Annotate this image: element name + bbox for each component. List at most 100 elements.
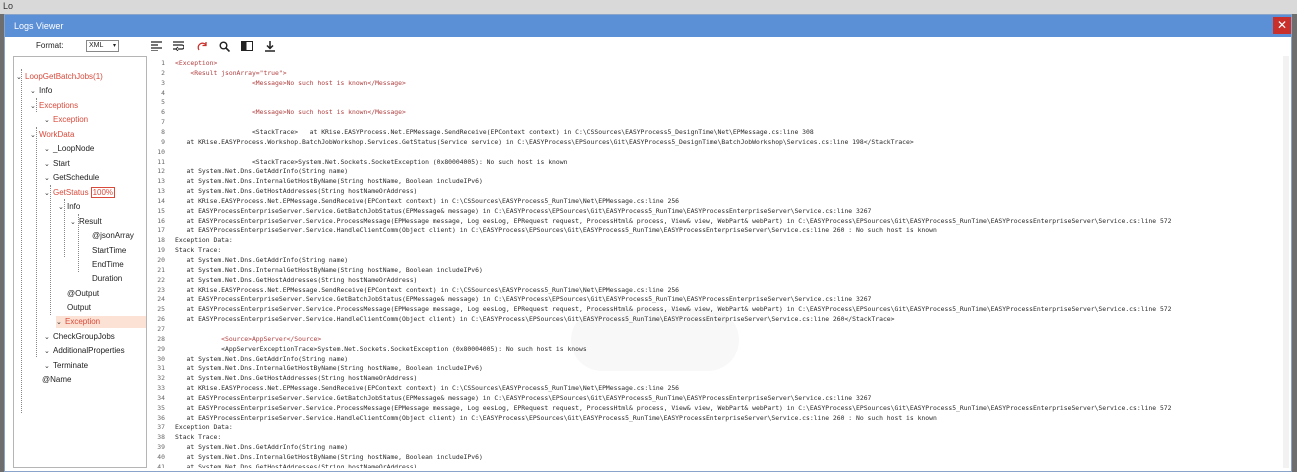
code-text: at System.Net.Dns.GetHostAddresses(Strin… (175, 275, 418, 284)
tree-node-label: @Output (67, 289, 100, 298)
line-number: 25 (157, 305, 165, 314)
tree-node-name-attribute[interactable]: @Name (42, 374, 71, 386)
line-number: 8 (161, 127, 165, 136)
tree-node-label: Start (53, 159, 70, 168)
line-number: 26 (157, 315, 165, 324)
tree-node-loopnode[interactable]: ⌄ _LoopNode (44, 143, 94, 155)
tree-node-label: Terminate (53, 361, 89, 370)
tree-node-label: Duration (92, 274, 123, 283)
code-text: at EASYProcessEnterpriseServer.Service.H… (175, 226, 937, 235)
code-line: 13 at System.Net.Dns.GetHostAddresses(St… (147, 186, 417, 196)
status-badge: 100% (90, 187, 116, 198)
tree-node-duration[interactable]: Duration (92, 273, 122, 285)
tree-node-label: Exceptions (39, 101, 79, 110)
line-number: 19 (157, 246, 165, 255)
tree-node-info[interactable]: ⌄ Info (58, 201, 80, 213)
tree-node-output-attribute[interactable]: @Output (67, 288, 99, 300)
chevron-down-icon: ▾ (112, 43, 116, 49)
chevron-down-icon: ⌄ (30, 103, 36, 110)
code-text: <StackTrace> at KRise.EASYProcess.Net.EP… (175, 127, 814, 136)
split-view-button[interactable] (240, 39, 254, 53)
line-number: 1 (161, 59, 165, 67)
code-text: Exception Data: (175, 236, 233, 245)
search-button[interactable] (217, 39, 231, 53)
line-number: 34 (157, 393, 165, 402)
code-line: 29 <AppServerExceptionTrace>System.Net.S… (147, 344, 586, 354)
tree-node-jsonarray[interactable]: @jsonArray (92, 230, 134, 242)
redo-button[interactable] (195, 39, 209, 53)
line-number: 12 (157, 167, 165, 176)
tree-node-getstatus[interactable]: ⌄ GetStatus 100% (44, 187, 116, 199)
tree-node-result[interactable]: ⌄ Result (70, 216, 102, 228)
code-text: at System.Net.Dns.GetAddrInfo(String nam… (175, 354, 349, 363)
line-number: 6 (161, 108, 165, 117)
code-line: 16 at EASYProcessEnterpriseServer.Servic… (147, 216, 1171, 226)
line-number: 35 (157, 403, 165, 412)
log-code-view[interactable]: 1 <Exception> 2 <Result jsonArray="true"> 3… (147, 56, 1283, 468)
wrap-text-button[interactable] (171, 39, 185, 53)
background-app-strip: Lo (0, 0, 1297, 14)
code-text: at System.Net.Dns.InternalGetHostByName(… (175, 453, 483, 461)
code-text: at System.Net.Dns.GetAddrInfo(String nam… (175, 167, 349, 176)
line-number: 2 (161, 68, 165, 77)
chevron-down-icon: ⌄ (30, 132, 36, 139)
tree-node-starttime[interactable]: StartTime (92, 245, 126, 257)
code-text: at System.Net.Dns.GetHostAddresses(Strin… (175, 462, 418, 468)
code-line: 38 Stack Trace: (147, 432, 221, 442)
format-select[interactable]: XML ▾ (86, 40, 119, 52)
code-text: at System.Net.Dns.GetAddrInfo(String nam… (175, 256, 349, 264)
tree-guide (21, 69, 22, 413)
line-number: 33 (157, 384, 165, 393)
chevron-down-icon: ⌄ (44, 363, 50, 370)
tree-node-output[interactable]: Output (67, 302, 91, 314)
tree-node-endtime[interactable]: EndTime (92, 259, 124, 271)
chevron-down-icon: ⌄ (44, 190, 50, 197)
line-number: 13 (157, 177, 165, 186)
code-line: 20 at System.Net.Dns.GetAddrInfo(String … (147, 255, 348, 265)
code-text: at EASYProcessEnterpriseServer.Service.G… (175, 206, 872, 215)
code-line: 17 at EASYProcessEnterpriseServer.Servic… (147, 225, 937, 235)
code-line: 11 <StackTrace>System.Net.Sockets.Socket… (147, 157, 567, 167)
line-number: 31 (157, 364, 165, 373)
download-button[interactable] (263, 39, 277, 53)
tree-node-label: LoopGetBatchJobs(1) (25, 72, 103, 81)
tree-node-exception[interactable]: ⌄ Exception (44, 114, 88, 126)
tree-node-start[interactable]: ⌄ Start (44, 158, 70, 170)
chevron-down-icon: ⌄ (44, 334, 50, 341)
line-number: 30 (157, 354, 165, 363)
tree-node-additionalproperties[interactable]: ⌄ AdditionalProperties (44, 345, 125, 357)
code-text: at EASYProcessEnterpriseServer.Service.H… (175, 413, 937, 422)
line-number: 9 (161, 137, 165, 146)
line-number: 20 (157, 256, 165, 264)
line-number: 28 (157, 334, 165, 343)
line-number: 38 (157, 433, 165, 442)
tree-node-label: GetSchedule (53, 173, 100, 182)
line-number: 17 (157, 226, 165, 235)
code-text: at EASYProcessEnterpriseServer.Service.P… (175, 403, 1172, 412)
line-number: 16 (157, 216, 165, 225)
tree-guide (50, 185, 51, 315)
code-line: 2 <Result jsonArray="true"> (147, 68, 286, 78)
tree-node-label: GetStatus (53, 188, 89, 197)
tree-node-exceptions[interactable]: ⌄ Exceptions (30, 100, 78, 112)
code-line: 8 <StackTrace> at KRise.EASYProcess.Net.… (147, 127, 814, 137)
tree-node-terminate[interactable]: ⌄ Terminate (44, 360, 88, 372)
code-text: Stack Trace: (175, 246, 222, 255)
code-line: 24 at EASYProcessEnterpriseServer.Servic… (147, 294, 871, 304)
tree-node-info[interactable]: ⌄ Info (30, 85, 52, 97)
tree-node-loopgetbatchjobs[interactable]: ⌄ LoopGetBatchJobs(1) (16, 71, 103, 83)
code-line: 7 (147, 117, 175, 127)
tree-node-getschedule[interactable]: ⌄ GetSchedule (44, 172, 99, 184)
align-left-button[interactable] (149, 39, 163, 53)
tree-node-checkgroupjobs[interactable]: ⌄ CheckGroupJobs (44, 331, 115, 343)
close-button[interactable]: ✕ (1273, 17, 1291, 34)
code-line: 30 at System.Net.Dns.GetAddrInfo(String … (147, 354, 348, 364)
tree-node-workdata[interactable]: ⌄ WorkData (30, 129, 74, 141)
format-toolbar: Format: XML ▾ (5, 37, 145, 55)
vertical-scrollbar[interactable] (1283, 56, 1289, 468)
tree-node-exception-selected[interactable]: ⌄ Exception (56, 316, 146, 328)
code-text: at KRise.EASYProcess.Net.EPMessage.SendR… (175, 285, 680, 294)
code-text: <Message>No such host is known</Message> (175, 108, 406, 117)
media-overlay (571, 309, 739, 371)
chevron-down-icon: ⌄ (44, 348, 50, 355)
